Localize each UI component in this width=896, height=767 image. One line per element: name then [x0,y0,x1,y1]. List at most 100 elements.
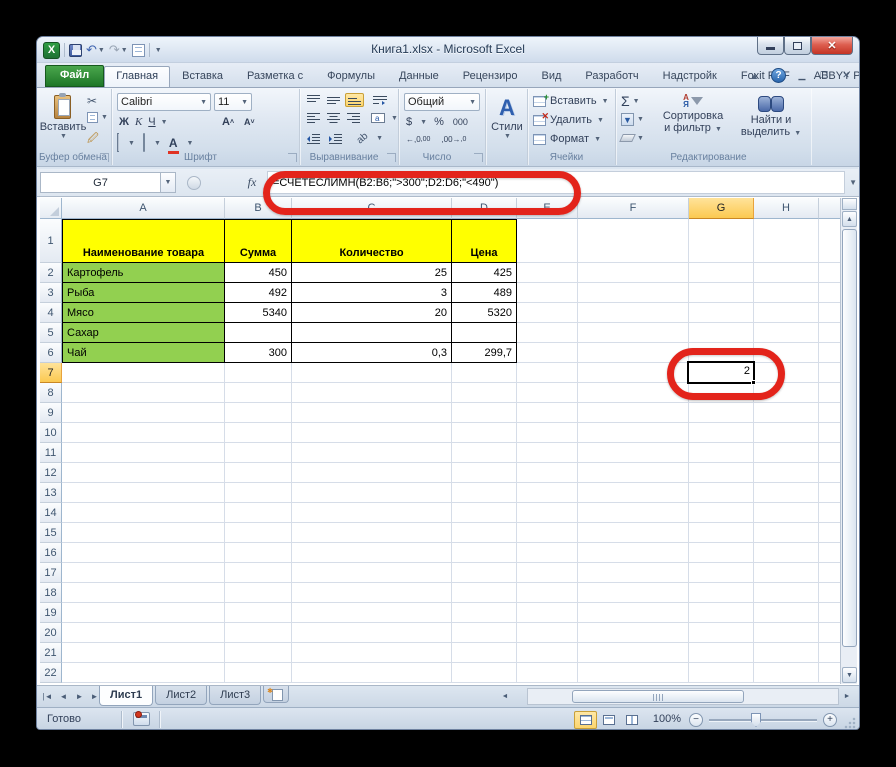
cell-A20[interactable] [62,623,225,643]
number-format-combo[interactable]: Общий ▼ [404,93,480,111]
cell-G15[interactable] [689,523,754,543]
cell-F5[interactable] [578,323,689,343]
zoom-track[interactable] [709,719,817,721]
column-header-F[interactable]: F [578,198,689,219]
percent-format-button[interactable]: % [432,115,446,129]
sheet-tab-лист2[interactable]: Лист2 [155,686,208,705]
cell-G11[interactable] [689,443,754,463]
workbook-restore-button[interactable]: ❐ [816,68,832,82]
cell-G13[interactable] [689,483,754,503]
cell-F9[interactable] [578,403,689,423]
row-header-1[interactable]: 1 [40,219,62,263]
ribbon-tab-вид[interactable]: Вид [530,66,574,87]
cell-F20[interactable] [578,623,689,643]
cell-H19[interactable] [754,603,819,623]
autosum-button[interactable]: Σ ▼ [621,93,640,109]
cell-C9[interactable] [292,403,452,423]
increase-decimal-button[interactable]: ← ,0,00 [404,134,432,145]
select-all-button[interactable] [40,198,62,219]
cell-C6[interactable]: 0,3 [292,343,452,363]
font-name-combo[interactable]: Calibri ▼ [117,93,211,111]
paste-button[interactable]: Вставить ▼ [40,93,86,140]
row-header-8[interactable]: 8 [40,383,62,403]
cell-A13[interactable] [62,483,225,503]
cell-B4[interactable]: 5340 [225,303,292,323]
cell-H10[interactable] [754,423,819,443]
borders-button[interactable] [117,133,119,152]
dialog-launcher-icon[interactable] [474,153,483,162]
cell-E9[interactable] [517,403,578,423]
cell-H18[interactable] [754,583,819,603]
cell-E13[interactable] [517,483,578,503]
row-header-6[interactable]: 6 [40,343,62,363]
row-header-14[interactable]: 14 [40,503,62,523]
shrink-font-button[interactable]: A ˅ [242,116,257,128]
ribbon-tab-формулы[interactable]: Формулы [315,66,387,87]
cell-H2[interactable] [754,263,819,283]
cell-G10[interactable] [689,423,754,443]
dialog-launcher-icon[interactable] [100,153,109,162]
decrease-indent-button[interactable] [305,133,322,145]
cell-F17[interactable] [578,563,689,583]
comma-format-button[interactable]: 000 [451,116,470,128]
cell-D17[interactable] [452,563,517,583]
cell-E15[interactable] [517,523,578,543]
cell-B6[interactable]: 300 [225,343,292,363]
cell-E18[interactable] [517,583,578,603]
cell-E22[interactable] [517,663,578,683]
cell-D18[interactable] [452,583,517,603]
vertical-scroll-thumb[interactable] [842,229,857,647]
cell-F18[interactable] [578,583,689,603]
row-header-11[interactable]: 11 [40,443,62,463]
cell-H4[interactable] [754,303,819,323]
cell-H17[interactable] [754,563,819,583]
row-header-10[interactable]: 10 [40,423,62,443]
column-header-H[interactable]: H [754,198,819,219]
row-header-2[interactable]: 2 [40,263,62,283]
cell-B17[interactable] [225,563,292,583]
cell-F1[interactable] [578,219,689,263]
cell-G14[interactable] [689,503,754,523]
cell-D19[interactable] [452,603,517,623]
row-header-19[interactable]: 19 [40,603,62,623]
row-header-18[interactable]: 18 [40,583,62,603]
fill-button[interactable]: ▼ ▼ [621,113,644,126]
underline-button[interactable]: Ч [146,115,157,129]
row-header-13[interactable]: 13 [40,483,62,503]
cell-C19[interactable] [292,603,452,623]
cell-F2[interactable] [578,263,689,283]
ribbon-tab-файл[interactable]: Файл [45,65,105,87]
cell-B13[interactable] [225,483,292,503]
cell-F11[interactable] [578,443,689,463]
zoom-in-button[interactable]: + [823,713,837,727]
cell-A4[interactable]: Мясо [62,303,225,323]
cell-F3[interactable] [578,283,689,303]
bold-button[interactable]: Ж [117,115,131,129]
cell-F10[interactable] [578,423,689,443]
cell-D13[interactable] [452,483,517,503]
cell-B1[interactable]: Сумма [225,219,292,263]
cell-E20[interactable] [517,623,578,643]
cell-C13[interactable] [292,483,452,503]
close-button[interactable]: ✕ [811,37,853,55]
cell-D16[interactable] [452,543,517,563]
align-left-button[interactable] [305,112,322,124]
cell-F19[interactable] [578,603,689,623]
insert-worksheet-button[interactable] [263,686,290,703]
cell-G9[interactable] [689,403,754,423]
cell-G4[interactable] [689,303,754,323]
zoom-level[interactable]: 100% [653,713,681,725]
format-painter-button[interactable]: 🖉 [87,130,99,149]
cell-D22[interactable] [452,663,517,683]
cell-G2[interactable] [689,263,754,283]
cell-G18[interactable] [689,583,754,603]
collapse-ribbon-button[interactable]: ▲ [750,67,759,84]
expand-formula-bar-button[interactable]: ▼ [849,178,857,187]
cell-H11[interactable] [754,443,819,463]
dialog-launcher-icon[interactable] [387,153,396,162]
cell-E6[interactable] [517,343,578,363]
ribbon-tab-разработч[interactable]: Разработч [573,66,650,87]
first-sheet-button[interactable]: |◄ [41,689,54,704]
row-header-15[interactable]: 15 [40,523,62,543]
name-box[interactable]: G7 [40,172,161,193]
